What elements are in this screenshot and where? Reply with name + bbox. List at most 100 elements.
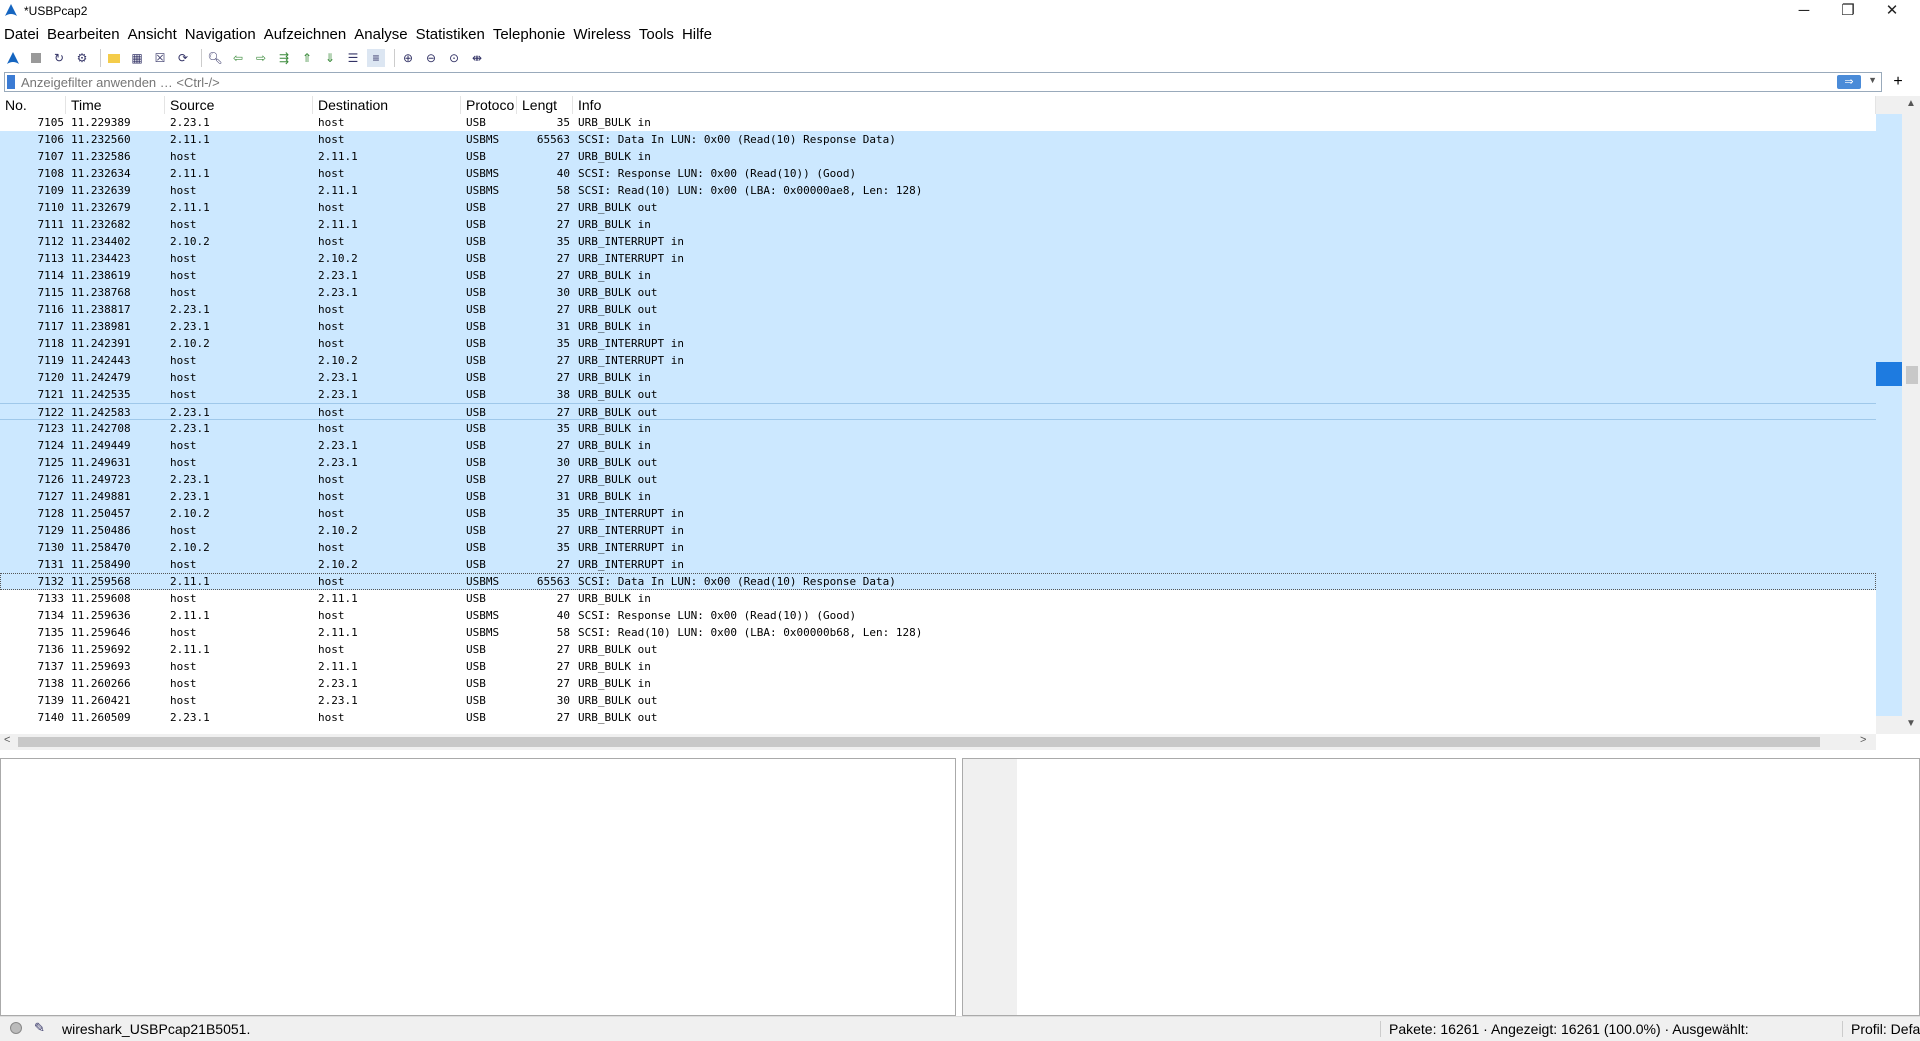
colorize-icon[interactable]: ≡: [367, 49, 385, 67]
table-row[interactable]: 7134 11.259636 2.11.1 host USBMS 40 SCSI: Resp…: [0, 607, 1876, 624]
column-header-length[interactable]: Lengt: [517, 96, 573, 114]
close-file-icon[interactable]: ☒: [151, 49, 169, 67]
arrow-right-icon[interactable]: ⇒: [1837, 75, 1861, 89]
add-filter-button[interactable]: +: [1888, 72, 1908, 92]
menu-hilfe[interactable]: Hilfe: [678, 24, 716, 46]
packet-list-scrollbar[interactable]: ▲ ▼: [1876, 96, 1920, 734]
table-row[interactable]: 7135 11.259646 host 2.11.1 USBMS 58 SCSI: Read…: [0, 624, 1876, 641]
table-row[interactable]: 7108 11.232634 2.11.1 host USBMS 40 SCSI: Resp…: [0, 165, 1876, 182]
menu-ansicht[interactable]: Ansicht: [124, 24, 181, 46]
table-row[interactable]: 7120 11.242479 host 2.23.1 USB 27 URB_BULK in: [0, 369, 1876, 386]
shark-fin-start-icon[interactable]: [4, 49, 22, 67]
table-row[interactable]: 7118 11.242391 2.10.2 host USB 35 URB_INTERRUP…: [0, 335, 1876, 352]
menu-analyse[interactable]: Analyse: [350, 24, 411, 46]
scrollbar-thumb[interactable]: [1906, 366, 1918, 384]
table-row[interactable]: 7113 11.234423 host 2.10.2 USB 27 URB_INTERRUP…: [0, 250, 1876, 267]
go-back-icon[interactable]: ⇦: [229, 49, 247, 67]
packet-details-pane[interactable]: [0, 758, 956, 1016]
menu-statistiken[interactable]: Statistiken: [412, 24, 489, 46]
menu-tools[interactable]: Tools: [635, 24, 678, 46]
column-header-time[interactable]: Time: [66, 96, 165, 114]
menu-navigation[interactable]: Navigation: [181, 24, 260, 46]
profile-indicator[interactable]: Profil: Default: [1842, 1021, 1920, 1037]
table-row[interactable]: 7121 11.242535 host 2.23.1 USB 38 URB_BULK out: [0, 386, 1876, 403]
table-row[interactable]: 7124 11.249449 host 2.23.1 USB 27 URB_BULK in: [0, 437, 1876, 454]
chevron-up-icon[interactable]: ▲: [1906, 98, 1916, 109]
table-row[interactable]: 7106 11.232560 2.11.1 host USBMS 65563 SCSI: D…: [0, 131, 1876, 148]
go-forward-icon[interactable]: ⇨: [252, 49, 270, 67]
table-row[interactable]: 7119 11.242443 host 2.10.2 USB 27 URB_INTERRUP…: [0, 352, 1876, 369]
save-icon[interactable]: ▦: [128, 49, 146, 67]
table-row[interactable]: 7132 11.259568 2.11.1 host USBMS 65563 SCSI: D…: [0, 573, 1876, 590]
chevron-down-icon[interactable]: ▼: [1906, 718, 1916, 729]
table-row[interactable]: 7127 11.249881 2.23.1 host USB 31 URB_BULK in: [0, 488, 1876, 505]
table-row[interactable]: 7105 11.229389 2.23.1 host USB 35 URB_BULK in: [0, 114, 1876, 131]
reload-icon[interactable]: ⟳: [174, 49, 192, 67]
bookmark-icon[interactable]: [7, 75, 15, 89]
menu-bearbeiten[interactable]: Bearbeiten: [43, 24, 124, 46]
table-row[interactable]: 7109 11.232639 host 2.11.1 USBMS 58 SCSI: Read…: [0, 182, 1876, 199]
table-row[interactable]: 7117 11.238981 2.23.1 host USB 31 URB_BULK in: [0, 318, 1876, 335]
table-row[interactable]: 7128 11.250457 2.10.2 host USB 35 URB_INTERRUP…: [0, 505, 1876, 522]
table-row[interactable]: 7116 11.238817 2.23.1 host USB 27 URB_BULK out: [0, 301, 1876, 318]
open-file-icon[interactable]: [105, 49, 123, 67]
chevron-right-icon[interactable]: >: [1860, 734, 1866, 746]
horizontal-scrollbar[interactable]: < >: [0, 734, 1876, 750]
table-row[interactable]: 7126 11.249723 2.23.1 host USB 27 URB_BULK out: [0, 471, 1876, 488]
restore-button[interactable]: ❐: [1826, 0, 1870, 24]
zoom-in-icon[interactable]: ⊕: [399, 49, 417, 67]
stop-icon[interactable]: [27, 49, 45, 67]
horizontal-scrollbar-thumb[interactable]: [18, 737, 1820, 747]
expert-info-icon[interactable]: [10, 1022, 22, 1034]
menu-datei[interactable]: Datei: [0, 24, 43, 46]
last-packet-icon[interactable]: ⇓: [321, 49, 339, 67]
menu-aufzeichnen[interactable]: Aufzeichnen: [260, 24, 351, 46]
menu-telephonie[interactable]: Telephonie: [489, 24, 570, 46]
resize-columns-icon[interactable]: ⇼: [468, 49, 486, 67]
table-row[interactable]: 7131 11.258490 host 2.10.2 USB 27 URB_INTERRUP…: [0, 556, 1876, 573]
first-packet-icon[interactable]: ⇑: [298, 49, 316, 67]
table-row[interactable]: 7140 11.260509 2.23.1 host USB 27 URB_BULK out: [0, 709, 1876, 726]
table-row[interactable]: 7110 11.232679 2.11.1 host USB 27 URB_BULK out: [0, 199, 1876, 216]
table-row[interactable]: 7123 11.242708 2.23.1 host USB 35 URB_BULK in: [0, 420, 1876, 437]
go-to-packet-icon[interactable]: ⇶: [275, 49, 293, 67]
table-row[interactable]: 7139 11.260421 host 2.23.1 USB 30 URB_BULK out: [0, 692, 1876, 709]
column-header-info[interactable]: Info: [573, 96, 1876, 114]
packet-destination: 2.23.1: [318, 456, 358, 469]
table-row[interactable]: 7138 11.260266 host 2.23.1 USB 27 URB_BULK in: [0, 675, 1876, 692]
table-row[interactable]: 7129 11.250486 host 2.10.2 USB 27 URB_INTERRUP…: [0, 522, 1876, 539]
display-filter-input[interactable]: [21, 73, 1841, 91]
find-icon[interactable]: 🔍︎: [206, 49, 224, 67]
table-row[interactable]: 7133 11.259608 host 2.11.1 USB 27 URB_BULK in: [0, 590, 1876, 607]
table-row[interactable]: 7122 11.242583 2.23.1 host USB 27 URB_BULK out: [0, 403, 1876, 420]
table-row[interactable]: 7114 11.238619 host 2.23.1 USB 27 URB_BULK in: [0, 267, 1876, 284]
normal-size-icon[interactable]: ⊙: [445, 49, 463, 67]
scrollbar-track[interactable]: [1902, 96, 1920, 734]
chevron-left-icon[interactable]: <: [4, 734, 10, 746]
restart-icon[interactable]: ↻: [50, 49, 68, 67]
column-header-no[interactable]: No.: [0, 96, 66, 114]
table-row[interactable]: 7112 11.234402 2.10.2 host USB 35 URB_INTERRUP…: [0, 233, 1876, 250]
auto-scroll-icon[interactable]: ☰: [344, 49, 362, 67]
table-row[interactable]: 7107 11.232586 host 2.11.1 USB 27 URB_BULK in: [0, 148, 1876, 165]
table-row[interactable]: 7130 11.258470 2.10.2 host USB 35 URB_INTERRUP…: [0, 539, 1876, 556]
table-row[interactable]: 7115 11.238768 host 2.23.1 USB 30 URB_BULK out: [0, 284, 1876, 301]
zoom-out-icon[interactable]: ⊖: [422, 49, 440, 67]
packet-info: URB_INTERRUPT in: [578, 558, 684, 571]
close-button[interactable]: ✕: [1870, 0, 1914, 24]
chevron-down-icon[interactable]: ▼: [1868, 75, 1877, 85]
table-row[interactable]: 7137 11.259693 host 2.11.1 USB 27 URB_BULK in: [0, 658, 1876, 675]
table-row[interactable]: 7111 11.232682 host 2.11.1 USB 27 URB_BULK in: [0, 216, 1876, 233]
column-header-protocol[interactable]: Protoco: [461, 96, 517, 114]
menu-wireless[interactable]: Wireless: [569, 24, 635, 46]
column-header-destination[interactable]: Destination: [313, 96, 461, 114]
column-header-source[interactable]: Source: [165, 96, 313, 114]
table-row[interactable]: 7125 11.249631 host 2.23.1 USB 30 URB_BULK out: [0, 454, 1876, 471]
comment-edit-icon[interactable]: ✎: [34, 1020, 45, 1036]
packet-destination: 2.11.1: [318, 626, 358, 639]
packet-bytes-pane[interactable]: [962, 758, 1920, 1016]
capture-options-icon[interactable]: ⚙: [73, 49, 91, 67]
packet-minimap[interactable]: [1876, 114, 1902, 716]
table-row[interactable]: 7136 11.259692 2.11.1 host USB 27 URB_BULK out: [0, 641, 1876, 658]
minimize-button[interactable]: ─: [1782, 0, 1826, 24]
